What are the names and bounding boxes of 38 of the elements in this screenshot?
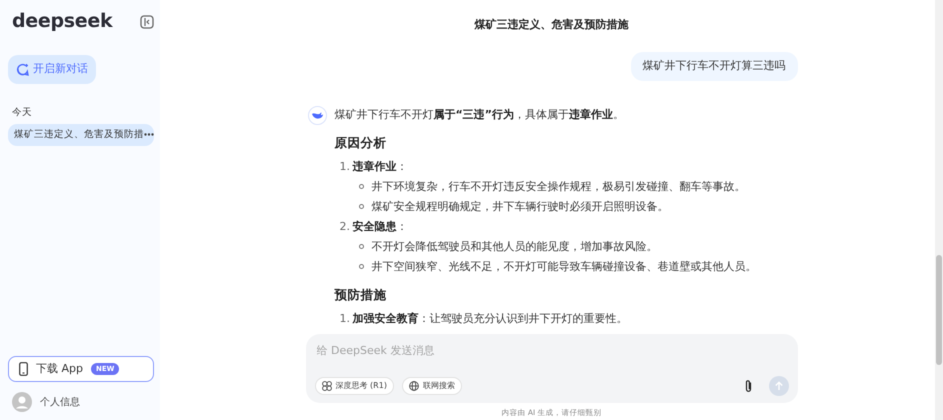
- list-number: 1.: [340, 310, 351, 326]
- message-composer[interactable]: 给 DeepSeek 发送消息 深度思考 (R1) 联网搜索: [306, 334, 798, 403]
- answer-paragraph: 煤矿井下行车不开灯属于“三违”行为，具体属于违章作业。: [334, 106, 625, 122]
- user-message: 煤矿井下行车不开灯算三违吗: [630, 52, 798, 80]
- bullet-text: 井下环境复杂，行车不开灯违反安全操作规程，极易引发碰撞、翻车等事故。: [372, 178, 746, 194]
- profile-link[interactable]: 个人信息: [40, 394, 80, 410]
- history-item[interactable]: 煤矿三违定义、危害及预防措: [8, 124, 154, 146]
- toggle-button[interactable]: 深度思考 (R1): [314, 376, 394, 395]
- bullet-icon: [358, 264, 364, 269]
- logo: deepseek: [12, 12, 112, 31]
- list-number: 2.: [340, 218, 351, 234]
- phone-icon: [19, 362, 28, 376]
- bullet-icon: [358, 204, 364, 209]
- history-title: 煤矿三违定义、危害及预防措: [14, 128, 144, 142]
- sidebar-toggle-icon[interactable]: [140, 14, 154, 28]
- bullet-icon: [358, 244, 364, 249]
- globe-icon: [408, 380, 419, 391]
- paperclip-icon[interactable]: [744, 378, 752, 393]
- whale-icon: [308, 106, 326, 124]
- bullet-text: 井下空间狭窄、光线不足，不开灯可能导致车辆碰撞设备、巷道壁或其他人员。: [372, 258, 756, 274]
- conversation-title: 煤矿三违定义、危害及预防措施: [473, 17, 630, 33]
- atom-icon: [322, 380, 332, 391]
- list-item-text: 安全隐患：: [352, 218, 408, 234]
- chat-plus-icon: [16, 62, 29, 76]
- section-heading: 原因分析: [334, 134, 388, 152]
- group-label: 今天: [11, 106, 33, 120]
- more-icon[interactable]: [144, 133, 154, 136]
- arrow-up-icon: [774, 380, 784, 391]
- bullet-icon: [358, 184, 364, 189]
- list-number: 1.: [340, 158, 351, 174]
- toggle-button[interactable]: 联网搜索: [402, 376, 462, 395]
- bullet-text: 不开灯会降低驾驶员和其他人员的能见度，增加事故风险。: [372, 238, 658, 254]
- list-item-text: 违章作业：: [352, 158, 408, 174]
- scrollbar-thumb[interactable]: [936, 255, 942, 365]
- bullet-text: 煤矿安全规程明确规定，井下车辆行驶时必须开启照明设备。: [372, 198, 668, 214]
- new-chat-button[interactable]: 开启新对话: [8, 55, 96, 84]
- list-item-text: 加强安全教育：让驾驶员充分认识到井下开灯的重要性。: [352, 310, 628, 326]
- section-heading: 预防措施: [334, 286, 388, 304]
